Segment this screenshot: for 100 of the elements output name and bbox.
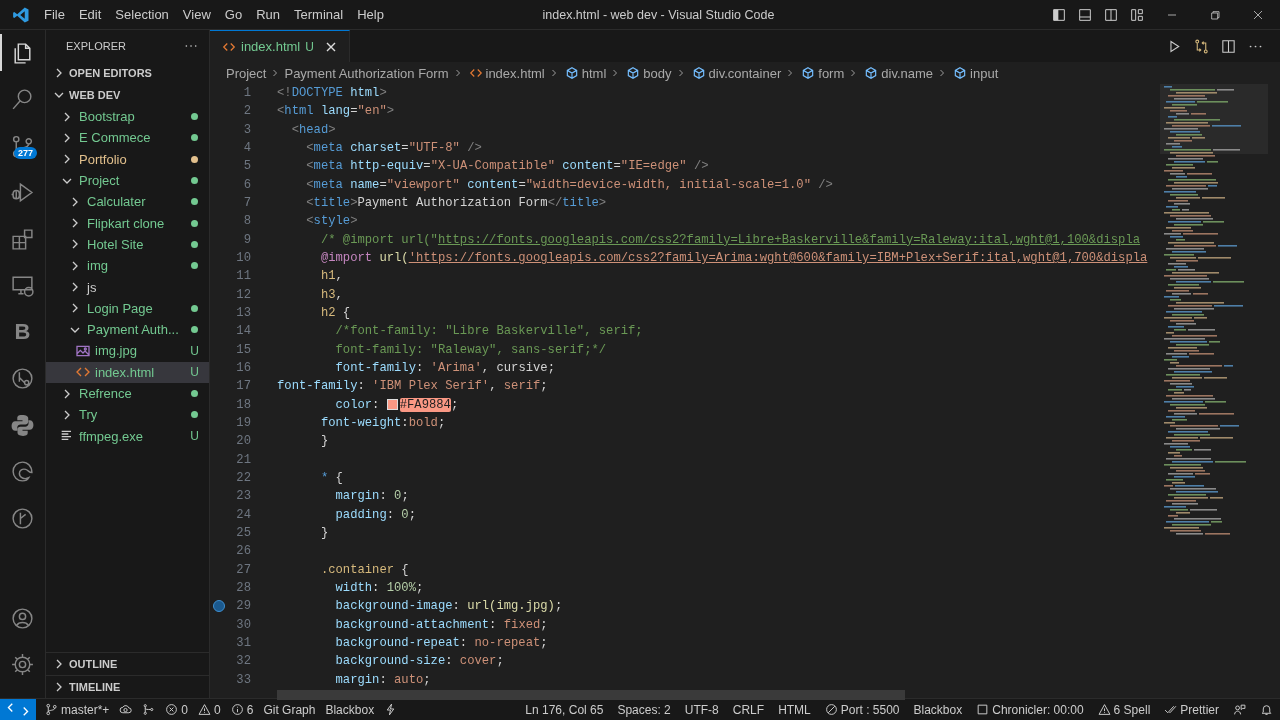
tree-item[interactable]: Login Page xyxy=(46,297,209,319)
breadcrumb-item[interactable]: input xyxy=(970,65,999,81)
status-item[interactable]: 0 xyxy=(181,702,189,717)
status-item[interactable]: UTF-8 xyxy=(684,702,719,717)
breadcrumb-item[interactable]: body xyxy=(643,65,672,81)
circle-branch-icon[interactable] xyxy=(10,505,35,531)
panel-title: EXPLORER xyxy=(66,40,126,52)
tree-item[interactable]: img xyxy=(46,255,209,277)
tree-item[interactable]: Bootstrap xyxy=(46,106,209,128)
status-item[interactable]: 6 Spell xyxy=(1113,702,1151,717)
menu-item[interactable]: File xyxy=(37,3,72,26)
feedback-icon[interactable] xyxy=(1233,703,1246,716)
git-status: U xyxy=(190,365,199,380)
tree-item[interactable]: Calculater xyxy=(46,191,209,213)
blocked-icon[interactable] xyxy=(824,703,838,716)
line-number: 27 xyxy=(236,562,251,577)
section-header[interactable]: TIMELINE xyxy=(69,681,121,693)
warning-icon[interactable] xyxy=(1097,703,1111,716)
tree-item[interactable]: Portfolio xyxy=(46,148,209,170)
circle-branch-icon[interactable] xyxy=(10,366,35,392)
line-number: 20 xyxy=(236,434,251,449)
line-number: 23 xyxy=(236,489,251,504)
tree-item[interactable]: Flipkart clone xyxy=(46,212,209,234)
activity-item[interactable]: B xyxy=(14,319,31,346)
monitor-icon[interactable] xyxy=(10,273,35,299)
breadcrumb-item[interactable]: Project xyxy=(226,65,267,81)
swirl-icon[interactable] xyxy=(10,459,35,485)
breadcrumb-item[interactable]: div.container xyxy=(708,65,782,81)
color-swatch-icon[interactable] xyxy=(386,399,398,411)
status-item[interactable]: 0 xyxy=(214,702,221,717)
status-item[interactable]: Ln 176, Col 65 xyxy=(525,702,604,717)
breadcrumb-item[interactable]: form xyxy=(818,65,845,81)
grid-layout-icon[interactable] xyxy=(1129,6,1145,23)
breadcrumb-item[interactable]: Payment Authorization Form xyxy=(284,65,449,81)
horizontal-scrollbar[interactable] xyxy=(277,690,905,700)
line-number: 13 xyxy=(236,306,251,321)
tree-item[interactable]: js xyxy=(46,276,209,298)
status-item[interactable]: Port : 5500 xyxy=(840,702,900,717)
tree-item[interactable]: Hotel Site xyxy=(46,233,209,256)
line-number: 2 xyxy=(243,104,251,119)
tree-item[interactable]: E Commece xyxy=(46,127,209,149)
tree-item[interactable]: Refrence xyxy=(46,382,209,405)
status-item[interactable]: Blackbox xyxy=(913,702,963,717)
status-item[interactable]: CRLF xyxy=(732,702,765,717)
bell-icon[interactable] xyxy=(1260,703,1273,716)
section-header[interactable]: WEB DEV xyxy=(69,89,121,101)
code-line: <html lang="en"> xyxy=(277,104,395,119)
compare-icon[interactable] xyxy=(1193,37,1210,55)
split-layout-icon[interactable] xyxy=(1103,6,1119,23)
code-line: <style> xyxy=(305,214,358,229)
breadcrumb-item[interactable]: div.name xyxy=(881,65,934,81)
menu-item[interactable]: Go xyxy=(217,3,250,26)
tree-item[interactable]: Project xyxy=(46,169,209,192)
square-icon[interactable] xyxy=(976,703,990,716)
account-icon[interactable] xyxy=(10,605,35,631)
marker-icon[interactable] xyxy=(213,600,225,613)
split-editor-icon[interactable] xyxy=(1220,37,1237,55)
status-item[interactable]: 6 xyxy=(246,702,254,717)
status-item[interactable]: Spaces: 2 xyxy=(617,702,671,717)
check-icon[interactable] xyxy=(1164,703,1178,716)
tree-item[interactable]: ffmpeg.exe U xyxy=(46,425,209,447)
settings-icon[interactable] xyxy=(10,652,35,678)
panel-layout-icon[interactable] xyxy=(1077,6,1093,23)
status-item[interactable]: Chronicler: 00:00 xyxy=(992,702,1084,717)
status-item[interactable]: Blackbox xyxy=(325,702,375,717)
menu-item[interactable]: Terminal xyxy=(287,3,351,26)
menu-item[interactable]: View xyxy=(175,3,218,26)
remote-icon[interactable] xyxy=(0,699,36,720)
menu-item[interactable]: Help xyxy=(350,3,391,26)
python-snake-icon[interactable] xyxy=(10,412,35,438)
status-item[interactable]: HTML xyxy=(778,702,811,717)
menu-item[interactable]: Edit xyxy=(71,3,109,26)
code-line: width: 100%; xyxy=(334,581,424,595)
tree-label: Refrence xyxy=(79,386,133,401)
menu-item[interactable]: Selection xyxy=(108,3,176,26)
breadcrumb-item[interactable]: index.html xyxy=(485,65,545,81)
status-item[interactable]: Prettier xyxy=(1180,702,1219,717)
line-number: 6 xyxy=(243,177,251,192)
tree-item[interactable]: Try xyxy=(46,404,209,426)
branch-icon[interactable] xyxy=(10,133,35,159)
status-item[interactable]: master*+ xyxy=(61,702,110,717)
window-title: index.html - web dev - Visual Studio Code xyxy=(542,7,775,22)
cloud-sync-icon[interactable] xyxy=(119,703,133,716)
extensions-icon[interactable] xyxy=(10,226,35,252)
info-icon[interactable] xyxy=(230,703,244,716)
sidebar-layout-icon[interactable] xyxy=(1051,6,1067,23)
menu-item[interactable]: Run xyxy=(249,3,287,26)
breadcrumb-item[interactable]: html xyxy=(581,65,607,81)
branch-icon[interactable] xyxy=(45,703,58,716)
section-header[interactable]: OUTLINE xyxy=(69,658,118,670)
warning-icon[interactable] xyxy=(198,703,212,716)
section-header[interactable]: OPEN EDITORS xyxy=(69,67,152,79)
error-icon[interactable] xyxy=(165,703,179,716)
tree-item[interactable]: img.jpg U xyxy=(46,340,209,362)
tree-label: Flipkart clone xyxy=(87,215,166,231)
tree-item[interactable]: Payment Auth... xyxy=(46,318,209,341)
editor-tab[interactable]: index.html U xyxy=(210,30,350,62)
status-item[interactable]: Git Graph xyxy=(263,702,316,717)
branch-graph-icon[interactable] xyxy=(142,703,156,716)
tree-item[interactable]: index.html U xyxy=(46,361,209,383)
